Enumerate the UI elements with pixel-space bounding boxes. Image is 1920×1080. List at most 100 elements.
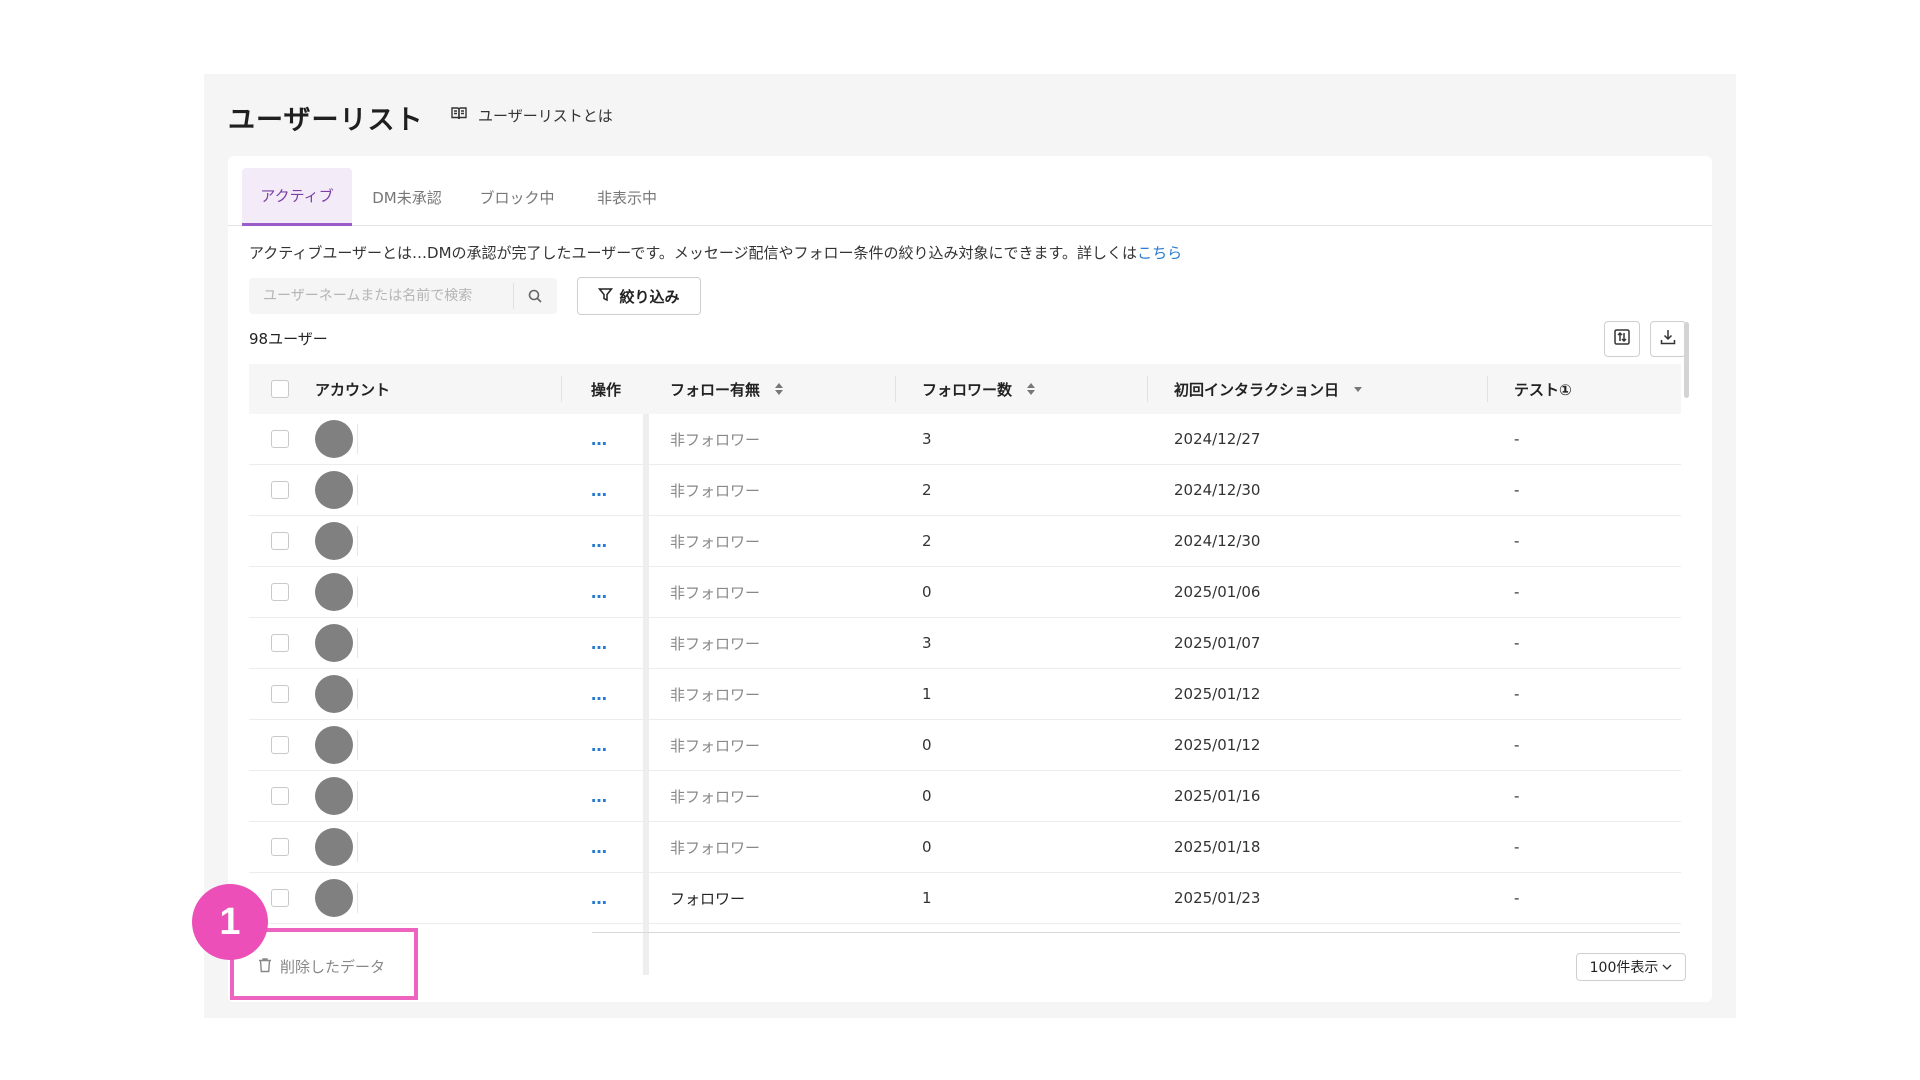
first-interaction-date: 2025/01/23 bbox=[1174, 889, 1261, 907]
row-checkbox[interactable] bbox=[271, 685, 289, 703]
table-row[interactable]: … 非フォロワー 1 2025/01/12 - bbox=[249, 669, 1681, 720]
select-all-checkbox[interactable] bbox=[271, 380, 289, 398]
avatar[interactable] bbox=[315, 471, 353, 509]
table-row[interactable]: … フォロワー 1 2025/01/23 - bbox=[249, 873, 1681, 924]
table-row[interactable]: … 非フォロワー 0 2025/01/16 - bbox=[249, 771, 1681, 822]
user-list-card: アクティブ DM未承認 ブロック中 非表示中 アクティブユーザーとは…DMの承認… bbox=[228, 156, 1712, 1002]
follower-count: 2 bbox=[922, 532, 932, 550]
row-checkbox[interactable] bbox=[271, 736, 289, 754]
row-checkbox[interactable] bbox=[271, 634, 289, 652]
avatar[interactable] bbox=[315, 624, 353, 662]
follow-status: 非フォロワー bbox=[670, 430, 761, 449]
test-value: - bbox=[1514, 583, 1520, 601]
row-checkbox[interactable] bbox=[271, 481, 289, 499]
account-name-divider bbox=[357, 781, 358, 811]
col-follower-count[interactable]: フォロワー数 bbox=[922, 364, 1036, 414]
search-icon[interactable] bbox=[514, 289, 556, 303]
filter-button-label: 絞り込み bbox=[619, 287, 680, 306]
table-row[interactable]: … 非フォロワー 2 2024/12/30 - bbox=[249, 516, 1681, 567]
table-body: … 非フォロワー 3 2024/12/27 - … 非フォロワー 2 2024/… bbox=[249, 414, 1681, 975]
first-interaction-date: 2025/01/12 bbox=[1174, 736, 1261, 754]
help-link[interactable]: ユーザーリストとは bbox=[450, 104, 613, 126]
table-row[interactable]: … 非フォロワー 3 2025/01/07 - bbox=[249, 618, 1681, 669]
account-name-divider bbox=[357, 475, 358, 505]
row-checkbox[interactable] bbox=[271, 583, 289, 601]
row-actions-button[interactable]: … bbox=[591, 430, 608, 449]
chevron-down-icon bbox=[1662, 959, 1672, 975]
avatar[interactable] bbox=[315, 777, 353, 815]
column-settings-icon bbox=[1613, 328, 1631, 350]
table-row[interactable]: … 非フォロワー 0 2025/01/18 - bbox=[249, 822, 1681, 873]
table-row[interactable]: … 非フォロワー 2 2024/12/30 - bbox=[249, 465, 1681, 516]
row-actions-button[interactable]: … bbox=[591, 787, 608, 806]
row-actions-button[interactable]: … bbox=[591, 532, 608, 551]
column-divider bbox=[1487, 376, 1488, 402]
test-value: - bbox=[1514, 481, 1520, 499]
avatar[interactable] bbox=[315, 522, 353, 560]
search-input[interactable] bbox=[249, 278, 513, 314]
column-settings-button[interactable] bbox=[1604, 321, 1640, 357]
avatar[interactable] bbox=[315, 675, 353, 713]
col-account: アカウント bbox=[315, 380, 391, 399]
page-size-select[interactable]: 100件表示 bbox=[1576, 953, 1686, 981]
follow-status: 非フォロワー bbox=[670, 787, 761, 806]
first-interaction-date: 2025/01/12 bbox=[1174, 685, 1261, 703]
follower-count: 3 bbox=[922, 430, 932, 448]
row-actions-button[interactable]: … bbox=[591, 838, 608, 857]
sort-icon bbox=[1026, 382, 1036, 396]
help-link-label: ユーザーリストとは bbox=[478, 106, 613, 125]
row-checkbox[interactable] bbox=[271, 532, 289, 550]
tab-blocked[interactable]: ブロック中 bbox=[462, 168, 572, 226]
search-box bbox=[249, 278, 557, 314]
row-checkbox[interactable] bbox=[271, 430, 289, 448]
tab-active[interactable]: アクティブ bbox=[242, 168, 352, 226]
column-divider bbox=[895, 376, 896, 402]
test-value: - bbox=[1514, 634, 1520, 652]
table-scrollbar[interactable] bbox=[1684, 322, 1689, 398]
col-first-interaction-label: 初回インタラクション日 bbox=[1174, 380, 1340, 399]
row-actions-button[interactable]: … bbox=[591, 685, 608, 704]
row-checkbox[interactable] bbox=[271, 889, 289, 907]
avatar[interactable] bbox=[315, 828, 353, 866]
row-actions-button[interactable]: … bbox=[591, 634, 608, 653]
follower-count: 0 bbox=[922, 583, 932, 601]
first-interaction-date: 2025/01/06 bbox=[1174, 583, 1261, 601]
filter-button[interactable]: 絞り込み bbox=[577, 277, 701, 315]
row-actions-button[interactable]: … bbox=[591, 481, 608, 500]
annotation-step-badge: 1 bbox=[192, 884, 268, 960]
row-actions-button[interactable]: … bbox=[591, 583, 608, 602]
table-row[interactable]: … 非フォロワー 3 2024/12/27 - bbox=[249, 414, 1681, 465]
follower-count: 0 bbox=[922, 736, 932, 754]
notice-details-link[interactable]: こちら bbox=[1137, 244, 1182, 262]
avatar[interactable] bbox=[315, 726, 353, 764]
row-actions-button[interactable]: … bbox=[591, 736, 608, 755]
row-actions-button[interactable]: … bbox=[591, 889, 608, 908]
avatar[interactable] bbox=[315, 879, 353, 917]
follower-count: 0 bbox=[922, 838, 932, 856]
col-first-interaction[interactable]: 初回インタラクション日 bbox=[1174, 364, 1363, 414]
account-name-divider bbox=[357, 628, 358, 658]
download-button[interactable] bbox=[1650, 321, 1686, 357]
tab-dm-unapproved[interactable]: DM未承認 bbox=[352, 168, 462, 226]
col-test: テスト① bbox=[1514, 380, 1572, 399]
download-icon bbox=[1659, 328, 1677, 350]
account-name-divider bbox=[357, 730, 358, 760]
row-checkbox[interactable] bbox=[271, 787, 289, 805]
follow-status: 非フォロワー bbox=[670, 634, 761, 653]
first-interaction-date: 2025/01/07 bbox=[1174, 634, 1261, 652]
tab-hidden[interactable]: 非表示中 bbox=[572, 168, 682, 226]
follow-status: 非フォロワー bbox=[670, 838, 761, 857]
test-value: - bbox=[1514, 685, 1520, 703]
account-name-divider bbox=[357, 526, 358, 556]
row-checkbox[interactable] bbox=[271, 838, 289, 856]
follower-count: 3 bbox=[922, 634, 932, 652]
col-follow-status[interactable]: フォロー有無 bbox=[670, 364, 784, 414]
user-table: アカウント 操作 フォロー有無 フォロワー数 初回インタラクション日 テスト① … bbox=[249, 364, 1681, 975]
table-row[interactable]: … 非フォロワー 0 2025/01/12 - bbox=[249, 720, 1681, 771]
page-size-value: 100件表示 bbox=[1589, 960, 1659, 976]
table-bottom-border bbox=[592, 932, 1680, 933]
avatar[interactable] bbox=[315, 573, 353, 611]
follow-status: 非フォロワー bbox=[670, 532, 761, 551]
avatar[interactable] bbox=[315, 420, 353, 458]
table-row[interactable]: … 非フォロワー 0 2025/01/06 - bbox=[249, 567, 1681, 618]
